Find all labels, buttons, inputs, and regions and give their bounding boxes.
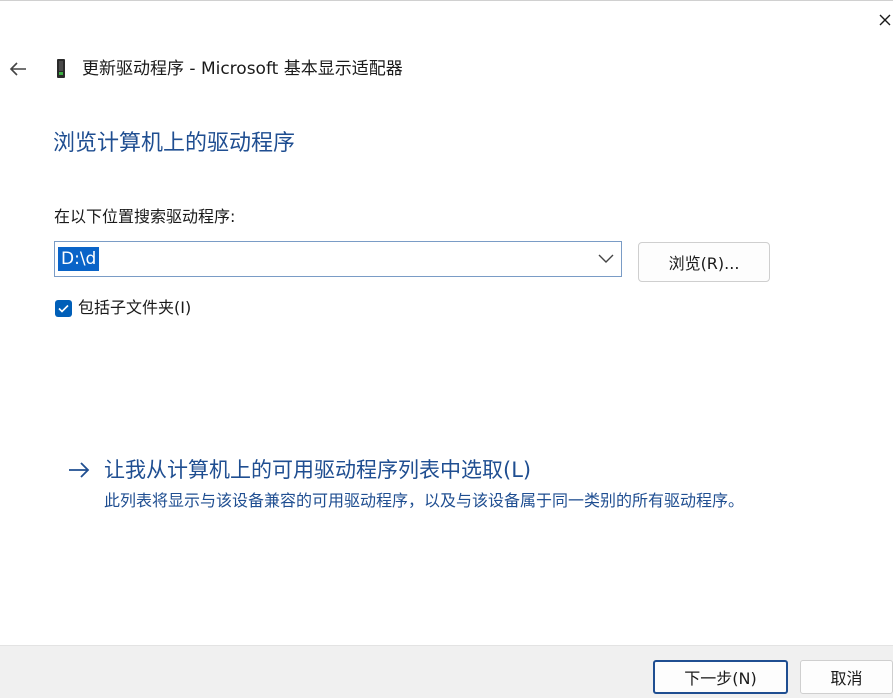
combo-dropdown-button[interactable]: [593, 242, 619, 276]
page-title: 浏览计算机上的驱动程序: [53, 131, 296, 156]
include-subfolders-label: 包括子文件夹(I): [78, 298, 192, 317]
next-button[interactable]: 下一步(N): [653, 660, 788, 694]
search-path-combobox[interactable]: D:\d: [54, 241, 622, 277]
cancel-button[interactable]: 取消: [800, 660, 893, 694]
include-subfolders-checkbox[interactable]: 包括子文件夹(I): [55, 297, 191, 319]
chevron-down-icon: [598, 254, 614, 263]
search-path-value[interactable]: D:\d: [58, 247, 100, 271]
browse-button[interactable]: 浏览(R)...: [638, 242, 770, 282]
back-button[interactable]: [7, 58, 29, 80]
search-location-label: 在以下位置搜索驱动程序:: [54, 207, 236, 226]
pick-from-list-title[interactable]: 让我从计算机上的可用驱动程序列表中选取(L): [104, 455, 531, 485]
checkmark-icon: [58, 304, 69, 313]
display-adapter-icon: [57, 59, 65, 78]
dialog-header: 更新驱动程序 - Microsoft 基本显示适配器: [0, 50, 893, 90]
dialog-footer: 下一步(N) 取消: [0, 645, 893, 698]
window-border: [0, 0, 893, 1]
arrow-left-icon: [9, 62, 26, 76]
checkbox-box[interactable]: [55, 299, 72, 317]
close-icon: [879, 14, 891, 26]
close-button[interactable]: [877, 8, 893, 32]
arrow-right-icon: [69, 462, 90, 478]
pick-from-list-description: 此列表将显示与该设备兼容的可用驱动程序，以及与该设备属于同一类别的所有驱动程序。: [104, 491, 745, 510]
dialog-title: 更新驱动程序 - Microsoft 基本显示适配器: [82, 59, 403, 79]
